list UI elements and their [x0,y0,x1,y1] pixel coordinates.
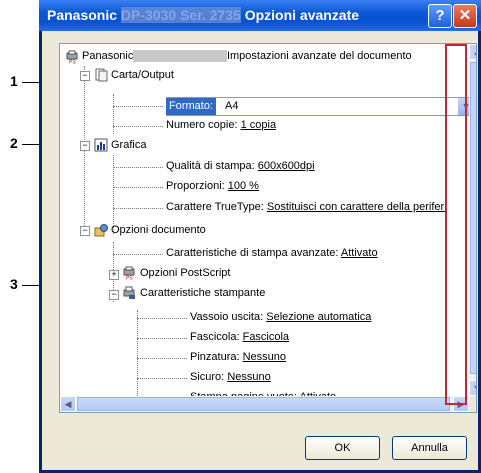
numero-copie-value: 1 copia [240,119,277,131]
pinzatura-label: Pinzatura: [190,351,240,363]
scroll-left-icon[interactable]: ◀ [60,396,76,412]
vertical-scroll-thumb[interactable] [470,62,476,374]
title-blurred-model: DP-3030 Ser. 2735 [120,7,241,23]
fascicola-value: Fascicola [242,331,290,343]
chart-icon [94,138,108,152]
svg-text:PS: PS [126,276,133,281]
tree-line [113,94,114,134]
vertical-scrollbar[interactable]: ▲ ▼ [469,44,476,396]
tree-carta-output[interactable]: Carta/Output [111,69,174,81]
settings-tree[interactable]: PS PanasonicDP-3030 Ser. 2735Impostazion… [59,43,477,413]
tree-line [113,126,163,127]
tree-pinzatura[interactable]: Pinzatura: Nessuno [190,351,286,363]
sicuro-label: Sicuro: [190,371,225,383]
tree-line [137,358,187,359]
callout-2: 2 [10,135,18,151]
horizontal-scroll-thumb[interactable] [77,397,450,411]
tree-numero-copie[interactable]: Numero copie: 1 copia [166,119,276,131]
dialog-body: PS PanasonicDP-3030 Ser. 2735Impostazion… [42,31,478,470]
svg-text:PS: PS [69,60,76,65]
scroll-up-icon[interactable]: ▲ [469,44,476,60]
sicuro-value: Nessuno [227,371,271,383]
formato-label: Formato: [166,98,217,115]
advanced-options-window: Panasonic DP-3030 Ser. 2735 Opzioni avan… [39,0,481,473]
scrollbar-highlight-frame [445,44,467,405]
printer-ps-icon: PS [123,266,135,281]
pinzatura-value: Nessuno [242,351,287,363]
callout-3: 3 [10,276,18,292]
expand-opzioni-postscript[interactable]: + [109,270,119,280]
tree-opzioni-postscript[interactable]: Opzioni PostScript [140,267,230,279]
printer-features-icon [123,286,135,299]
scrollbar-corner [469,396,476,412]
tree-sicuro[interactable]: Sicuro: Nessuno [190,371,271,383]
tree-line [113,208,163,209]
window-title: Panasonic DP-3030 Ser. 2735 Opzioni avan… [47,7,359,23]
collapse-grafica[interactable]: − [80,141,90,151]
tree-line [113,254,163,255]
title-prefix: Panasonic [47,7,118,23]
root-blurred-model: DP-3030 Ser. 2735 [133,50,227,62]
tree-opzioni-documento[interactable]: Opzioni documento [111,224,206,236]
vassoio-label: Vassoio uscita: [190,311,264,323]
tree-line [137,318,187,319]
formato-select[interactable]: Formato: A4 ▼ [166,97,475,116]
callout-1: 1 [10,73,18,89]
tree-line [113,167,163,168]
fascicola-label: Fascicola: [190,331,240,343]
close-button[interactable]: ✕ [453,4,477,28]
collapse-caratteristiche-stampante[interactable]: − [109,290,119,300]
cancel-button[interactable]: Annulla [392,436,467,460]
caratteristiche-avanzate-label: Caratteristiche di stampa avanzate: [166,247,339,259]
tree-caratteristiche-avanzate[interactable]: Caratteristiche di stampa avanzate: Atti… [166,247,378,259]
printer-ps-icon: PS [66,50,78,65]
qualita-value: 600x600dpi [257,160,315,172]
scroll-down-icon[interactable]: ▼ [469,380,476,396]
title-bar[interactable]: Panasonic DP-3030 Ser. 2735 Opzioni avan… [39,0,481,31]
truetype-label: Carattere TrueType: [166,201,264,213]
horizontal-scrollbar[interactable]: ◀ ▶ [60,396,469,412]
numero-copie-label: Numero copie: [166,119,238,131]
proporzioni-label: Proporzioni: [166,180,225,192]
tree-line [137,338,187,339]
help-button[interactable]: ? [428,4,452,28]
truetype-value: Sostituisci con carattere della periferi [266,201,447,213]
paper-icon [95,68,108,82]
collapse-opzioni-documento[interactable]: − [80,226,90,236]
tree-line [137,310,138,410]
root-suffix: Impostazioni avanzate del documento [226,50,412,62]
tree-qualita-stampa[interactable]: Qualità di stampa: 600x600dpi [166,160,315,172]
proporzioni-value: 100 % [227,180,259,192]
collapse-carta-output[interactable]: − [80,71,90,81]
tree-carattere-truetype[interactable]: Carattere TrueType: Sostituisci con cara… [166,201,447,213]
formato-value: A4 [225,100,239,112]
title-suffix: Opzioni avanzate [244,7,360,23]
document-options-icon [94,224,108,237]
ok-button[interactable]: OK [305,436,380,460]
root-prefix: Panasonic [82,50,134,62]
vassoio-value: Selezione automatica [266,311,372,323]
caratteristiche-avanzate-value: Attivato [340,247,378,259]
tree-proporzioni[interactable]: Proporzioni: 100 % [166,180,259,192]
tree-line [113,106,163,107]
tree-line [113,187,163,188]
qualita-label: Qualità di stampa: [166,160,255,172]
tree-vassoio-uscita[interactable]: Vassoio uscita: Selezione automatica [190,311,371,323]
tree-root[interactable]: PanasonicDP-3030 Ser. 2735Impostazioni a… [82,50,412,62]
tree-grafica[interactable]: Grafica [111,139,146,151]
tree-caratteristiche-stampante[interactable]: Caratteristiche stampante [140,287,265,299]
tree-line [137,378,187,379]
tree-fascicola[interactable]: Fascicola: Fascicola [190,331,289,343]
